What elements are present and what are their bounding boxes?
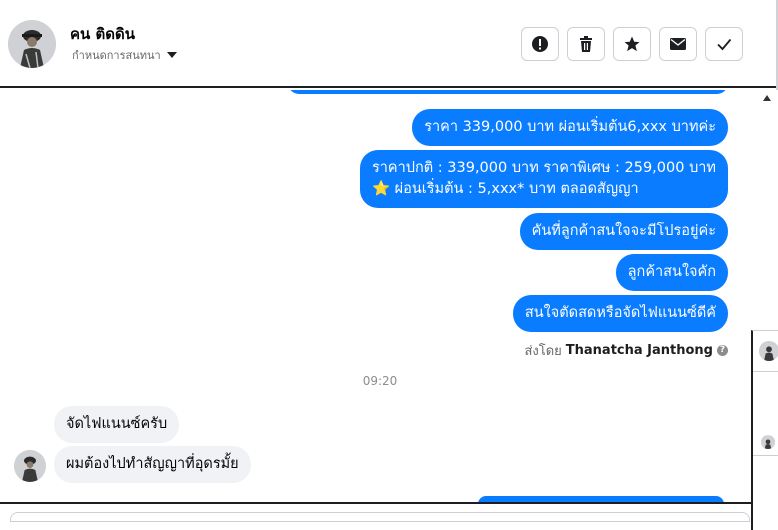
contact-avatar[interactable]	[8, 20, 56, 68]
conversation-header: คน ติดดิน กำหนดการสนทนา	[0, 0, 778, 88]
side-avatar-panel	[751, 330, 778, 530]
mail-icon	[670, 38, 686, 50]
message-composer[interactable]	[10, 512, 750, 522]
outgoing-message[interactable]: คันที่ลูกค้าสนใจจะมีโปรอยู่ค่ะ	[519, 213, 728, 250]
trash-icon	[580, 36, 592, 52]
message-text: ราคา 339,000 บาท ผ่อนเริ่มต้น6,xxx บาทค่…	[424, 119, 716, 135]
scroll-up-arrow-icon[interactable]	[763, 95, 771, 101]
follow-up-star-button[interactable]	[613, 27, 651, 61]
delete-button[interactable]	[567, 27, 605, 61]
message-text: ราคาปกติ : 339,000 บาท ราคาพิเศษ : 259,0…	[372, 160, 716, 176]
outgoing-message[interactable]: ราคาปกติ : 339,000 บาท ราคาพิเศษ : 259,0…	[360, 150, 728, 208]
check-icon	[717, 38, 732, 51]
timestamp-separator: 09:20	[362, 374, 398, 388]
mark-done-button[interactable]	[705, 27, 743, 61]
alert-icon	[532, 36, 548, 52]
sent-by-label: ส่งโดย Thanatcha Janthong ?	[524, 340, 728, 361]
sent-by-prefix: ส่งโดย	[524, 344, 562, 359]
help-icon[interactable]: ?	[717, 345, 728, 356]
outgoing-message[interactable]: ราคา 339,000 บาท ผ่อนเริ่มต้น6,xxx บาทค่…	[412, 109, 728, 146]
message-line: ⭐ ผ่อนเริ่มต้น : 5,xxx* บาท ตลอดสัญญา	[372, 179, 716, 200]
message-text: ลูกค้าสนใจคัก	[627, 264, 716, 280]
star-emoji-icon: ⭐	[372, 181, 391, 197]
caret-down-icon	[166, 52, 177, 58]
incoming-message[interactable]: ผมต้องไปทำสัญญาที่อุดรมั้ย	[54, 446, 251, 483]
message-text: คันที่ลูกค้าสนใจจะมีโปรอยู่ค่ะ	[531, 223, 716, 239]
side-avatar[interactable]	[759, 341, 778, 361]
contact-name: คน ติดดิน	[70, 25, 135, 43]
outgoing-message[interactable]: ลูกค้าสนใจคัก	[615, 254, 728, 291]
message-text: ผมต้องไปทำสัญญาที่อุดรมั้ย	[66, 456, 239, 472]
incoming-message[interactable]: จัดไฟแนนซ์ครับ	[54, 406, 180, 443]
sender-avatar[interactable]	[14, 450, 46, 482]
mark-unread-button[interactable]	[659, 27, 697, 61]
header-actions	[521, 27, 743, 61]
mark-spam-button[interactable]	[521, 27, 559, 61]
message-text: สนใจตัดสดหรือจัดไฟแนนซ์ดีคั	[524, 305, 716, 321]
message-text: ผ่อนเริ่มต้น : 5,xxx* บาท ตลอดสัญญา	[394, 181, 639, 197]
sender-name: Thanatcha Janthong	[565, 343, 713, 358]
message-text: จัดไฟแนนซ์ครับ	[66, 416, 168, 432]
side-avatar[interactable]	[761, 435, 775, 449]
star-icon	[624, 36, 640, 52]
outgoing-message[interactable]: สนใจตัดสดหรือจัดไฟแนนซ์ดีคั	[512, 295, 728, 332]
message-list[interactable]: ราคา 339,000 บาท ผ่อนเริ่มต้น6,xxx บาทค่…	[0, 90, 760, 502]
outgoing-message-partial	[288, 90, 728, 94]
thread-settings-dropdown[interactable]: กำหนดการสนทนา	[72, 46, 177, 64]
thread-settings-label: กำหนดการสนทนา	[72, 49, 161, 62]
